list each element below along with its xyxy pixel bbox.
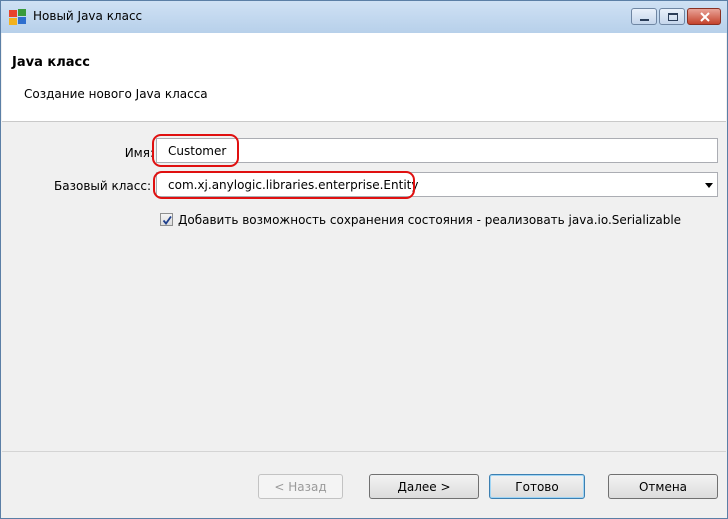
- maximize-icon: [668, 13, 678, 21]
- close-icon: [700, 12, 710, 22]
- checkmark-icon: [162, 215, 172, 225]
- name-input[interactable]: [156, 138, 718, 163]
- window-title: Новый Java класс: [33, 9, 143, 23]
- page-description: Создание нового Java класса: [24, 87, 208, 101]
- cancel-button[interactable]: Отмена: [608, 474, 718, 499]
- base-class-highlight-annotation: [153, 171, 415, 199]
- dialog-window: Новый Java класс Java класс Создание нов…: [0, 0, 728, 519]
- name-highlight-annotation: [152, 134, 239, 167]
- base-class-label: Базовый класс:: [54, 179, 151, 193]
- minimize-icon: [640, 19, 649, 21]
- finish-button[interactable]: Готово: [489, 474, 585, 499]
- next-button[interactable]: Далее >: [369, 474, 479, 499]
- wizard-header: Java класс Создание нового Java класса: [2, 33, 726, 122]
- back-button[interactable]: < Назад: [258, 474, 343, 499]
- page-title: Java класс: [12, 55, 90, 70]
- name-label: Имя:: [124, 146, 154, 160]
- maximize-button[interactable]: [659, 8, 685, 25]
- anylogic-app-icon: [9, 9, 27, 25]
- chevron-down-icon[interactable]: [705, 183, 713, 188]
- minimize-button[interactable]: [631, 8, 657, 25]
- footer-divider: [2, 451, 726, 452]
- serializable-checkbox[interactable]: [160, 213, 173, 226]
- title-bar[interactable]: Новый Java класс: [1, 1, 727, 33]
- serializable-label: Добавить возможность сохранения состояни…: [178, 213, 682, 227]
- close-button[interactable]: [687, 8, 721, 25]
